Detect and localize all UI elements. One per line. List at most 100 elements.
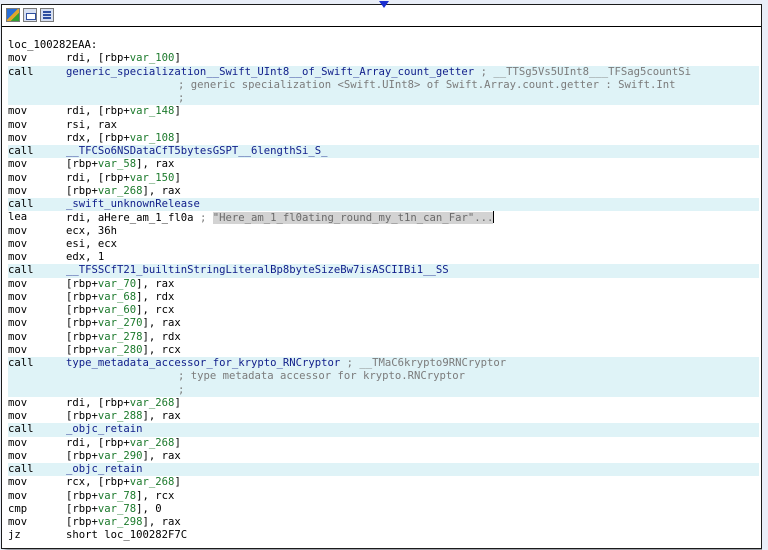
instruction-mnemonic[interactable]: mov	[8, 317, 27, 330]
instruction-mnemonic[interactable]: mov	[8, 225, 27, 238]
stack-variable[interactable]: var_60	[98, 304, 136, 316]
code-line[interactable]: call __TFSSCfT21_builtinStringLiteralBp8b…	[8, 264, 759, 278]
code-line[interactable]: ;	[8, 92, 759, 106]
stack-variable[interactable]: var_78	[98, 490, 136, 502]
code-line[interactable]: mov [rbp+var_270], rax	[8, 317, 759, 330]
code-line[interactable]: mov [rbp+var_278], rdx	[8, 331, 759, 344]
function-reference[interactable]: __TFSSCfT21_builtinStringLiteralBp8byteS…	[66, 264, 449, 276]
instruction-operands[interactable]: rdi, [rbp+var_100]	[66, 52, 181, 65]
stack-variable[interactable]: var_100	[130, 52, 175, 64]
instruction-operands[interactable]: [rbp+var_78], 0	[66, 503, 162, 516]
edit-color-icon[interactable]	[23, 8, 37, 22]
code-line[interactable]: mov rsi, rax	[8, 119, 759, 132]
instruction-operands[interactable]: [rbp+var_290], rax	[66, 450, 181, 463]
instruction-mnemonic[interactable]: mov	[8, 410, 27, 423]
stack-variable[interactable]: var_280	[98, 344, 143, 356]
instruction-operands[interactable]: [rbp+var_270], rax	[66, 317, 181, 330]
instruction-operands[interactable]: [rbp+var_268], rax	[66, 185, 181, 198]
instruction-mnemonic[interactable]: cmp	[8, 503, 27, 516]
stack-variable[interactable]: var_58	[98, 158, 136, 170]
instruction-mnemonic[interactable]: mov	[8, 397, 27, 410]
instruction-operands[interactable]: __TFSSCfT21_builtinStringLiteralBp8byteS…	[66, 264, 449, 277]
stack-variable[interactable]: var_268	[98, 185, 143, 197]
instruction-mnemonic[interactable]: mov	[8, 132, 27, 145]
instruction-mnemonic[interactable]: call	[8, 66, 34, 79]
instruction-operands[interactable]: rsi, rax	[66, 119, 117, 132]
code-line[interactable]: mov [rbp+var_268], rax	[8, 185, 759, 198]
instruction-operands[interactable]: ecx, 36h	[66, 225, 117, 238]
instruction-operands[interactable]: [rbp+var_298], rax	[66, 516, 181, 529]
stack-variable[interactable]: var_288	[98, 410, 143, 422]
text-view-icon[interactable]	[40, 8, 54, 22]
code-line[interactable]: mov [rbp+var_60], rcx	[8, 304, 759, 317]
code-line[interactable]: mov [rbp+var_58], rax	[8, 158, 759, 171]
instruction-mnemonic[interactable]: call	[8, 463, 34, 476]
code-line[interactable]: mov [rbp+var_68], rdx	[8, 291, 759, 304]
code-line[interactable]: mov [rbp+var_288], rax	[8, 410, 759, 423]
instruction-operands[interactable]: _swift_unknownRelease	[66, 198, 200, 211]
code-line[interactable]: mov [rbp+var_290], rax	[8, 450, 759, 463]
code-line[interactable]: ; type metadata accessor for krypto.RNCr…	[8, 370, 759, 384]
stack-variable[interactable]: var_268	[130, 437, 175, 449]
stack-variable[interactable]: var_268	[130, 476, 175, 488]
instruction-mnemonic[interactable]: mov	[8, 278, 27, 291]
code-line[interactable]: mov [rbp+var_280], rcx	[8, 344, 759, 357]
function-reference[interactable]: _objc_retain	[66, 423, 143, 435]
instruction-mnemonic[interactable]: call	[8, 264, 34, 277]
instruction-operands[interactable]: rdi, [rbp+var_268]	[66, 397, 181, 410]
code-line[interactable]: ; generic specialization <Swift.UInt8> o…	[8, 78, 759, 92]
instruction-mnemonic[interactable]: mov	[8, 304, 27, 317]
stack-variable[interactable]: var_148	[130, 105, 175, 117]
instruction-operands[interactable]: _objc_retain	[66, 463, 143, 476]
instruction-operands[interactable]: rdi, [rbp+var_268]	[66, 437, 181, 450]
instruction-mnemonic[interactable]: mov	[8, 251, 27, 264]
function-reference[interactable]: __TFCSo6NSDataCfT5bytesGSPT__6lengthSi_S…	[66, 145, 328, 157]
code-line[interactable]: mov rcx, [rbp+var_268]	[8, 476, 759, 489]
instruction-operands[interactable]: [rbp+var_78], rcx	[66, 490, 174, 503]
instruction-operands[interactable]: rdi, [rbp+var_150]	[66, 172, 181, 185]
function-reference[interactable]: _swift_unknownRelease	[66, 198, 200, 210]
graph-overview-icon[interactable]	[6, 8, 20, 22]
instruction-mnemonic[interactable]: jz	[8, 529, 21, 542]
code-listing[interactable]: loc_100282EAA: mov rdi, [rbp+var_100] call…	[8, 39, 759, 543]
instruction-operands[interactable]: [rbp+var_280], rcx	[66, 344, 181, 357]
function-reference[interactable]: type_metadata_accessor_for_krypto_RNCryp…	[66, 357, 340, 369]
instruction-mnemonic[interactable]: mov	[8, 516, 27, 529]
instruction-operands[interactable]: type_metadata_accessor_for_krypto_RNCryp…	[66, 357, 506, 370]
stack-variable[interactable]: var_150	[130, 172, 175, 184]
instruction-mnemonic[interactable]: mov	[8, 476, 27, 489]
instruction-operands[interactable]: [rbp+var_288], rax	[66, 410, 181, 423]
instruction-operands[interactable]: [rbp+var_68], rdx	[66, 291, 174, 304]
instruction-mnemonic[interactable]: mov	[8, 52, 27, 65]
instruction-mnemonic[interactable]: mov	[8, 291, 27, 304]
instruction-mnemonic[interactable]: mov	[8, 490, 27, 503]
instruction-mnemonic[interactable]: mov	[8, 437, 27, 450]
stack-variable[interactable]: var_270	[98, 317, 143, 329]
stack-variable[interactable]: var_78	[98, 503, 136, 515]
instruction-operands[interactable]: rdx, [rbp+var_108]	[66, 132, 181, 145]
disassembly-view[interactable]: loc_100282EAA: mov rdi, [rbp+var_100] call…	[1, 1, 762, 549]
instruction-mnemonic[interactable]: mov	[8, 172, 27, 185]
code-line[interactable]: mov rdi, [rbp+var_100]	[8, 52, 759, 65]
instruction-operands[interactable]: __TFCSo6NSDataCfT5bytesGSPT__6lengthSi_S…	[66, 145, 328, 158]
instruction-operands[interactable]: [rbp+var_70], rax	[66, 278, 174, 291]
code-label-row[interactable]: loc_100282EAA:	[8, 39, 759, 52]
instruction-operands[interactable]: edx, 1	[66, 251, 104, 264]
code-line[interactable]: call __TFCSo6NSDataCfT5bytesGSPT__6length…	[8, 145, 759, 159]
instruction-operands[interactable]: [rbp+var_60], rcx	[66, 304, 174, 317]
code-line[interactable]: call _objc_retain	[8, 463, 759, 477]
function-reference[interactable]: _objc_retain	[66, 463, 143, 475]
stack-variable[interactable]: var_298	[98, 516, 143, 528]
instruction-operands[interactable]: _objc_retain	[66, 423, 143, 436]
code-line[interactable]: jz short loc_100282F7C	[8, 529, 759, 542]
instruction-operands[interactable]: short loc_100282F7C	[66, 529, 187, 542]
code-line[interactable]: mov rdi, [rbp+var_268]	[8, 397, 759, 410]
instruction-operands[interactable]: [rbp+var_58], rax	[66, 158, 174, 171]
instruction-mnemonic[interactable]: mov	[8, 450, 27, 463]
code-line[interactable]: call generic_specialization__Swift_UInt8_…	[8, 65, 759, 79]
instruction-mnemonic[interactable]: call	[8, 198, 34, 211]
instruction-mnemonic[interactable]: call	[8, 423, 34, 436]
code-line[interactable]: ;	[8, 383, 759, 397]
stack-variable[interactable]: var_108	[130, 132, 175, 144]
instruction-operands[interactable]: [rbp+var_278], rdx	[66, 331, 181, 344]
